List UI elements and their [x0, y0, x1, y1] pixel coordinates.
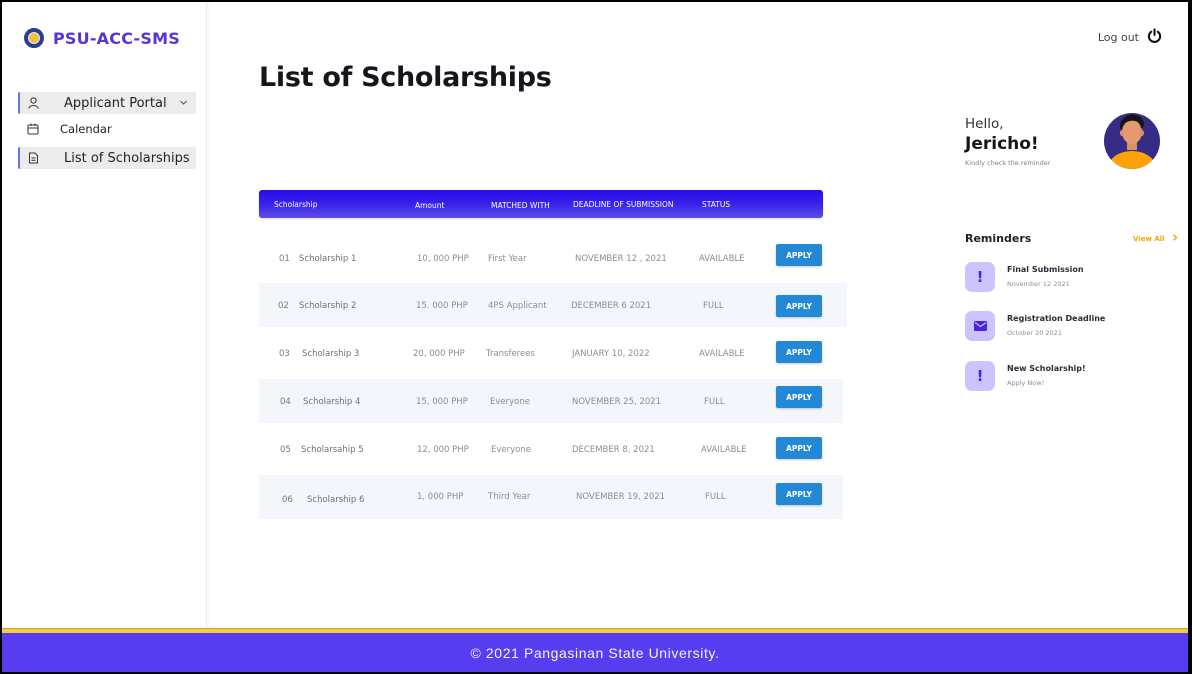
column-header-deadline: DEADLINE OF SUBMISSION: [573, 200, 674, 209]
reminder-subtitle: Apply Now!: [1007, 379, 1045, 387]
status: FULL: [704, 397, 725, 407]
reminder-title: Final Submission: [1007, 265, 1084, 274]
amount: 15. 000 PHP: [416, 301, 468, 311]
column-header-scholarship: Scholarship: [274, 200, 318, 209]
column-header-status: STATUS: [702, 200, 731, 209]
table-row: 01 Scholarship 1 10, 000 PHP First Year …: [259, 236, 825, 280]
logout-label: Log out: [1097, 30, 1139, 44]
table-row: 02 Scholarship 2 15. 000 PHP 4PS Applica…: [259, 283, 847, 327]
avatar[interactable]: [1103, 104, 1161, 170]
sidebar-item-list-of-scholarships[interactable]: List of Scholarships: [18, 147, 196, 169]
column-header-amount: Amount: [415, 201, 445, 210]
matched-with: Third Year: [488, 492, 531, 502]
matched-with: Transferees: [486, 349, 535, 359]
table-header: Scholarship Amount MATCHED WITH DEADLINE…: [259, 190, 823, 218]
amount: 1, 000 PHP: [417, 492, 464, 502]
table-row: 05 Scholarsahip 5 12, 000 PHP Everyone D…: [259, 427, 825, 471]
amount: 15, 000 PHP: [416, 397, 468, 407]
reminder-item[interactable]: Registration Deadline October 20 2021: [965, 311, 1165, 345]
table-row: 06 Scholarship 6 1, 000 PHP Third Year N…: [259, 475, 843, 519]
apply-button[interactable]: APPLY: [776, 386, 822, 408]
reminder-item[interactable]: ! New Scholarship! Apply Now!: [965, 361, 1165, 395]
reminder-title: New Scholarship!: [1007, 364, 1086, 373]
row-number: 06: [282, 495, 293, 505]
mail-icon: [965, 311, 995, 341]
greeting-name: Jericho!: [965, 134, 1039, 154]
sidebar-item-label: List of Scholarships: [64, 150, 190, 166]
apply-button[interactable]: APPLY: [776, 341, 822, 363]
brand-name: PSU-ACC-SMS: [53, 28, 180, 48]
apply-button[interactable]: APPLY: [776, 295, 822, 317]
document-icon: [26, 151, 40, 165]
status: FULL: [703, 301, 724, 311]
row-number: 04: [280, 397, 291, 407]
matched-with: Everyone: [490, 397, 530, 407]
reminder-item[interactable]: ! Final Submission November 12 2021: [965, 262, 1165, 296]
reminder-subtitle: October 20 2021: [1007, 329, 1062, 337]
status: FULL: [705, 492, 726, 502]
exclamation-icon: !: [965, 361, 995, 391]
table-row: 04 Scholarship 4 15, 000 PHP Everyone NO…: [259, 379, 843, 423]
deadline: NOVEMBER 12 , 2021: [575, 254, 667, 264]
calendar-icon: [26, 122, 40, 136]
page-title: List of Scholarships: [259, 62, 552, 93]
university-logo-icon: [24, 28, 44, 48]
user-icon: [26, 96, 40, 110]
sidebar-item-label: Applicant Portal: [64, 95, 167, 111]
status: AVAILABLE: [701, 445, 747, 455]
apply-button[interactable]: APPLY: [776, 437, 822, 459]
row-number: 02: [278, 301, 289, 311]
column-header-matched-with: MATCHED WITH: [491, 201, 550, 210]
matched-with: Everyone: [491, 445, 531, 455]
view-all-link[interactable]: View All: [1133, 234, 1178, 243]
row-number: 03: [279, 349, 290, 359]
chevron-down-icon[interactable]: [179, 96, 188, 111]
table-row: 03 Scholarship 3 20, 000 PHP Transferees…: [259, 331, 825, 375]
footer-copyright: © 2021 Pangasinan State University.: [470, 644, 720, 661]
sidebar-item-calendar[interactable]: Calendar: [18, 118, 196, 140]
sidebar: PSU-ACC-SMS Applicant Portal Calendar Li…: [2, 2, 207, 628]
reminders-title: Reminders: [965, 232, 1032, 245]
app-window: PSU-ACC-SMS Applicant Portal Calendar Li…: [2, 2, 1188, 672]
apply-button[interactable]: APPLY: [776, 244, 822, 266]
scholarship-name: Scholarship 1: [299, 254, 357, 264]
reminder-title: Registration Deadline: [1007, 314, 1106, 323]
row-number: 01: [279, 254, 290, 264]
sidebar-item-label: Calendar: [60, 122, 112, 136]
deadline: DECEMBER 6 2021: [571, 301, 652, 311]
scholarship-name: Scholarship 6: [307, 495, 365, 505]
apply-button[interactable]: APPLY: [776, 483, 822, 505]
scholarship-name: Scholarship 3: [302, 349, 360, 359]
brand[interactable]: PSU-ACC-SMS: [24, 28, 180, 48]
matched-with: 4PS Applicant: [488, 301, 547, 311]
scholarship-name: Scholarsahip 5: [301, 445, 364, 455]
footer: © 2021 Pangasinan State University.: [2, 633, 1188, 672]
chevron-right-icon: [1172, 234, 1178, 243]
amount: 10, 000 PHP: [417, 254, 469, 264]
reminder-subtitle: November 12 2021: [1007, 280, 1070, 288]
view-all-label: View All: [1133, 235, 1165, 243]
exclamation-icon: !: [965, 262, 995, 292]
greeting-subtitle: Kindly check the reminder: [965, 159, 1051, 167]
deadline: DECEMBER 8, 2021: [572, 445, 655, 455]
amount: 20, 000 PHP: [413, 349, 465, 359]
deadline: NOVEMBER 19, 2021: [576, 492, 666, 502]
matched-with: First Year: [488, 254, 527, 264]
deadline: JANUARY 10, 2022: [572, 349, 650, 359]
deadline: NOVEMBER 25, 2021: [572, 397, 662, 407]
logout-button[interactable]: Log out: [1098, 28, 1162, 46]
scholarship-name: Scholarship 2: [299, 301, 357, 311]
row-number: 05: [280, 445, 291, 455]
amount: 12, 000 PHP: [417, 445, 469, 455]
sidebar-item-applicant-portal[interactable]: Applicant Portal: [18, 92, 196, 114]
scholarship-name: Scholarship 4: [303, 397, 361, 407]
greeting-hello: Hello,: [965, 116, 1004, 132]
status: AVAILABLE: [699, 254, 745, 264]
power-icon: [1147, 28, 1162, 46]
status: AVAILABLE: [699, 349, 745, 359]
